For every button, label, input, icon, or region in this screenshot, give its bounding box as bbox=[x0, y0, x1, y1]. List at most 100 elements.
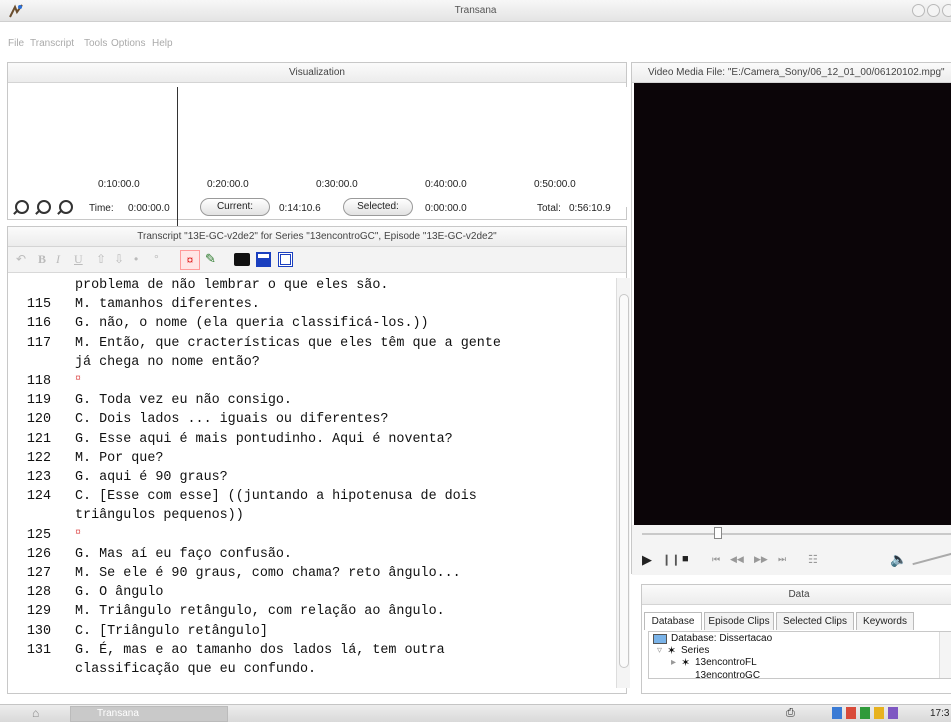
transcript-line-text: G. O ângulo bbox=[75, 585, 164, 601]
tab-keywords[interactable]: Keywords bbox=[856, 612, 914, 630]
transcript-line-text: problema de não lembrar o que eles são. bbox=[75, 278, 389, 293]
transcript-line-text: M. Por que? bbox=[75, 450, 164, 466]
tree-series-item[interactable]: 13encontroFL bbox=[695, 657, 757, 668]
transcript-line-text: C. [Triângulo retângulo] bbox=[75, 623, 268, 639]
zoom-out-icon[interactable] bbox=[37, 200, 51, 214]
taskbar-app-button[interactable]: Transana bbox=[70, 706, 228, 722]
timecode-marker: ¤ bbox=[75, 527, 82, 539]
total-value: 0:56:10.9 bbox=[569, 203, 611, 214]
line-number: 130 bbox=[26, 623, 51, 639]
tray-update-icon[interactable] bbox=[860, 707, 870, 719]
tree-scrollbar[interactable] bbox=[939, 632, 951, 678]
start-icon[interactable]: ⌂ bbox=[32, 706, 39, 720]
pause-icon[interactable]: ❙❙ bbox=[662, 553, 680, 566]
options-icon[interactable]: ☷ bbox=[808, 553, 818, 566]
video-header: Video Media File: "E:/Camera_Sony/06_12_… bbox=[632, 63, 951, 83]
line-number: 119 bbox=[26, 393, 51, 409]
tray-network-icon[interactable] bbox=[832, 707, 842, 719]
transcript-line-text: G. Esse aqui é mais pontudinho. Aqui é n… bbox=[75, 431, 453, 447]
scrollbar-thumb[interactable] bbox=[619, 294, 629, 668]
tab-database[interactable]: Database bbox=[644, 612, 702, 630]
title-bar: Transana bbox=[0, 0, 951, 22]
play-icon[interactable]: ▶ bbox=[642, 552, 652, 568]
transcript-line-text: M. Triângulo retângulo, com relação ao â… bbox=[75, 604, 445, 620]
video-panel: Video Media File: "E:/Camera_Sony/06_12_… bbox=[631, 62, 951, 575]
line-number: 126 bbox=[26, 546, 51, 562]
skip-start-icon[interactable]: ⏮ bbox=[712, 554, 720, 565]
maximize-button[interactable] bbox=[927, 4, 940, 17]
transcript-text[interactable]: problema de não lembrar o que eles são. 1… bbox=[7, 226, 630, 694]
visualization-header: Visualization bbox=[8, 63, 626, 83]
transcript-line-text: C. [Esse com esse] ((juntando a hipotenu… bbox=[75, 489, 477, 505]
zoom-in-icon[interactable] bbox=[15, 200, 29, 214]
transcript-line-text: C. Dois lados ... iguais ou diferentes? bbox=[75, 412, 389, 428]
video-position-handle[interactable] bbox=[714, 527, 722, 539]
tab-episode-clips[interactable]: Episode Clips bbox=[704, 612, 774, 630]
skip-end-icon[interactable]: ⏭ bbox=[778, 554, 786, 565]
line-number: 129 bbox=[26, 604, 51, 620]
tray-messenger-icon[interactable] bbox=[888, 707, 898, 719]
transcript-line-text: G. Mas aí eu faço confusão. bbox=[75, 546, 292, 562]
transcript-line-text: M. Então, que cracterísticas que eles tê… bbox=[75, 335, 501, 351]
printer-icon[interactable]: ⎙ bbox=[786, 707, 795, 720]
volume-icon[interactable]: 🔈 bbox=[890, 551, 907, 568]
line-number: 115 bbox=[26, 297, 51, 313]
taskbar: ⌂ Transana ⎙ 17:3 bbox=[0, 704, 951, 722]
window-title: Transana bbox=[454, 5, 497, 16]
transcript-line-text: G. Toda vez eu não consigo. bbox=[75, 393, 292, 409]
line-number: 120 bbox=[26, 412, 51, 428]
tray-volume-icon[interactable] bbox=[874, 707, 884, 719]
line-number: 123 bbox=[26, 470, 51, 485]
tab-selected-clips[interactable]: Selected Clips bbox=[776, 612, 854, 630]
line-number: 121 bbox=[26, 431, 51, 447]
transcript-line-text: G. não, o nome (ela queria classificá-lo… bbox=[75, 316, 429, 332]
tree-database[interactable]: Database: Dissertacao bbox=[671, 633, 772, 644]
tree-series[interactable]: Series bbox=[681, 645, 709, 656]
timecode-marker: ¤ bbox=[75, 374, 82, 385]
minimize-button[interactable] bbox=[912, 4, 925, 17]
taskbar-app-label: Transana bbox=[97, 708, 139, 719]
transcript-scrollbar[interactable] bbox=[616, 278, 630, 688]
time-label: Time: bbox=[89, 203, 114, 214]
line-number: 127 bbox=[26, 566, 51, 581]
fast-forward-icon[interactable]: ▶▶ bbox=[754, 554, 768, 565]
collapse-icon[interactable]: ▿ bbox=[657, 645, 662, 656]
line-number: 128 bbox=[26, 585, 51, 601]
current-button[interactable]: Current: bbox=[200, 198, 270, 216]
transcript-line-text: M. Se ele é 90 graus, como chama? reto â… bbox=[75, 566, 461, 581]
line-number: 131 bbox=[26, 642, 51, 658]
menu-tools[interactable]: Tools bbox=[84, 38, 107, 49]
video-display[interactable] bbox=[634, 83, 951, 525]
waveform-area[interactable] bbox=[14, 87, 627, 237]
transcript-line-text: M. tamanhos diferentes. bbox=[75, 297, 260, 313]
transcript-line-text: G. aqui é 90 graus? bbox=[75, 470, 228, 485]
stop-icon[interactable]: ■ bbox=[682, 553, 689, 565]
expand-icon[interactable]: ▸ bbox=[671, 657, 676, 668]
volume-slider[interactable] bbox=[912, 552, 951, 566]
video-timeline[interactable] bbox=[642, 533, 951, 535]
menu-options[interactable]: Options bbox=[111, 38, 145, 49]
line-number: 118 bbox=[26, 374, 51, 389]
transcript-lines[interactable]: problema de não lembrar o que eles são. 1… bbox=[11, 278, 611, 685]
episode-series-icon: ✶ bbox=[681, 657, 691, 669]
menu-bar: File Transcript Tools Options Help bbox=[0, 22, 951, 56]
visualization-controls: Time: 0:00:00.0 Current: 0:14:10.6 Selec… bbox=[7, 192, 627, 222]
transcript-line-text: triângulos pequenos)) bbox=[75, 508, 244, 524]
menu-file[interactable]: File bbox=[8, 38, 24, 49]
menu-transcript[interactable]: Transcript bbox=[30, 38, 74, 49]
database-tree[interactable]: Database: Dissertacao ▿ ✶ Series ▸ ✶ 13e… bbox=[648, 631, 951, 679]
app-window: Transana File Transcript Tools Options H… bbox=[0, 0, 951, 722]
menu-help[interactable]: Help bbox=[152, 38, 173, 49]
database-icon bbox=[653, 634, 667, 644]
selected-button[interactable]: Selected: bbox=[343, 198, 413, 216]
transcript-line-text: já chega no nome então? bbox=[75, 354, 260, 370]
line-number: 122 bbox=[26, 450, 51, 466]
tree-series-item[interactable]: 13encontroGC bbox=[695, 670, 760, 678]
zoom-to-fit-icon[interactable] bbox=[59, 200, 73, 214]
line-number: 125 bbox=[26, 527, 51, 543]
tray-security-icon[interactable] bbox=[846, 707, 856, 719]
close-button[interactable] bbox=[942, 4, 951, 17]
line-number: 116 bbox=[26, 316, 51, 332]
rewind-icon[interactable]: ◀◀ bbox=[730, 554, 744, 565]
selected-value: 0:00:00.0 bbox=[425, 203, 467, 214]
